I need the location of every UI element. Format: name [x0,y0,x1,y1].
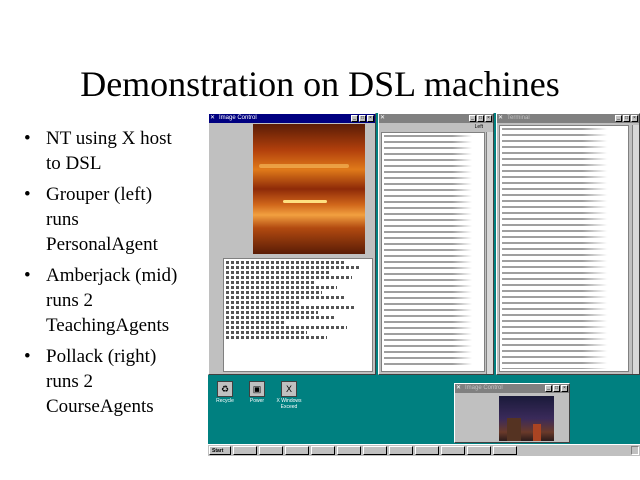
terminal-right-scrollbar[interactable] [632,125,639,374]
bullet-text: Pollack (right) runs 2 CourseAgents [46,346,157,417]
taskbar-button[interactable] [493,446,517,455]
bullet-item: • Pollack (right) runs 2 CourseAgents [22,344,207,419]
taskbar-button[interactable] [285,446,309,455]
bullet-text: Grouper (left) runs PersonalAgent [46,184,158,255]
bullet-dot-icon: • [24,128,31,149]
window-title: Terminal [507,115,530,121]
start-button[interactable]: Start [209,446,231,455]
sunset-image [253,124,365,254]
desktop-icon-exceed[interactable]: X X Windows Exceed [272,381,306,410]
desktop-icon-label: Recycle [216,398,234,404]
terminal-mid-menu[interactable]: Left [379,123,493,131]
terminal-mid-scrollbar[interactable] [486,132,493,374]
taskbar-button[interactable] [311,446,335,455]
desktop-icon-label: X Windows Exceed [276,398,302,410]
maximize-icon[interactable]: □ [553,385,560,392]
terminal-window-right[interactable]: ✕ Terminal _ □ × [496,113,640,375]
image-window-right[interactable]: ✕ Image Control _ □ × [454,383,570,443]
x-logo-icon: ✕ [456,385,462,391]
minimize-icon[interactable]: _ [545,385,552,392]
close-icon[interactable]: × [485,115,492,122]
x-server-icon: X [281,381,297,397]
bullet-item: • Grouper (left) runs PersonalAgent [22,182,207,257]
taskbar-clock [631,446,639,455]
terminal-window-mid[interactable]: ✕ _ □ × Left [378,113,494,375]
desktop-icon-label: Power [249,398,265,404]
bullet-text: NT using X host to DSL [46,128,172,174]
slide-title: Demonstration on DSL machines [80,64,560,104]
taskbar-button[interactable] [467,446,491,455]
close-icon[interactable]: × [631,115,638,122]
minimize-icon[interactable]: _ [469,115,476,122]
taskbar-button[interactable] [441,446,465,455]
computer-icon: ▣ [249,381,265,397]
taskbar-button[interactable] [337,446,361,455]
bullet-item: • NT using X host to DSL [22,126,207,176]
maximize-icon[interactable]: □ [477,115,484,122]
minimize-icon[interactable]: _ [351,115,358,122]
terminal-mid-body[interactable] [381,132,485,372]
terminal-mid-titlebar[interactable]: ✕ _ □ × [379,114,493,123]
desktop-screenshot: ✕ Image Control _ □ × ✕ _ □ × Left ✕ Ter… [208,113,640,456]
desktop-icon-power[interactable]: ▣ Power [242,381,272,404]
window-title: Image Control [465,385,503,391]
city-night-image [499,396,554,441]
bullet-text: Amberjack (mid) runs 2 TeachingAgents [46,265,178,336]
terminal-right-titlebar[interactable]: ✕ Terminal _ □ × [497,114,639,123]
close-icon[interactable]: × [367,115,374,122]
image-window-left[interactable]: ✕ Image Control _ □ × [208,113,376,375]
taskbar-button[interactable] [363,446,387,455]
x-logo-icon: ✕ [210,115,216,121]
minimize-icon[interactable]: _ [615,115,622,122]
desktop-icon-recycle[interactable]: ♻ Recycle [210,381,240,404]
bullet-list: • NT using X host to DSL • Grouper (left) … [22,126,207,425]
bullet-dot-icon: • [24,346,31,367]
taskbar-button[interactable] [259,446,283,455]
taskbar-button[interactable] [233,446,257,455]
terminal-right-body[interactable] [499,125,629,372]
terminal-left[interactable] [223,258,373,372]
taskbar-button[interactable] [415,446,439,455]
image-window-right-titlebar[interactable]: ✕ Image Control _ □ × [455,384,569,393]
taskbar: Start [208,444,640,456]
window-title: Image Control [219,115,257,121]
maximize-icon[interactable]: □ [623,115,630,122]
bullet-dot-icon: • [24,265,31,286]
bullet-dot-icon: • [24,184,31,205]
recycle-bin-icon: ♻ [217,381,233,397]
x-logo-icon: ✕ [498,115,504,121]
x-logo-icon: ✕ [380,115,386,121]
maximize-icon[interactable]: □ [359,115,366,122]
taskbar-button[interactable] [389,446,413,455]
close-icon[interactable]: × [561,385,568,392]
bullet-item: • Amberjack (mid) runs 2 TeachingAgents [22,263,207,338]
image-window-left-titlebar[interactable]: ✕ Image Control _ □ × [209,114,375,123]
